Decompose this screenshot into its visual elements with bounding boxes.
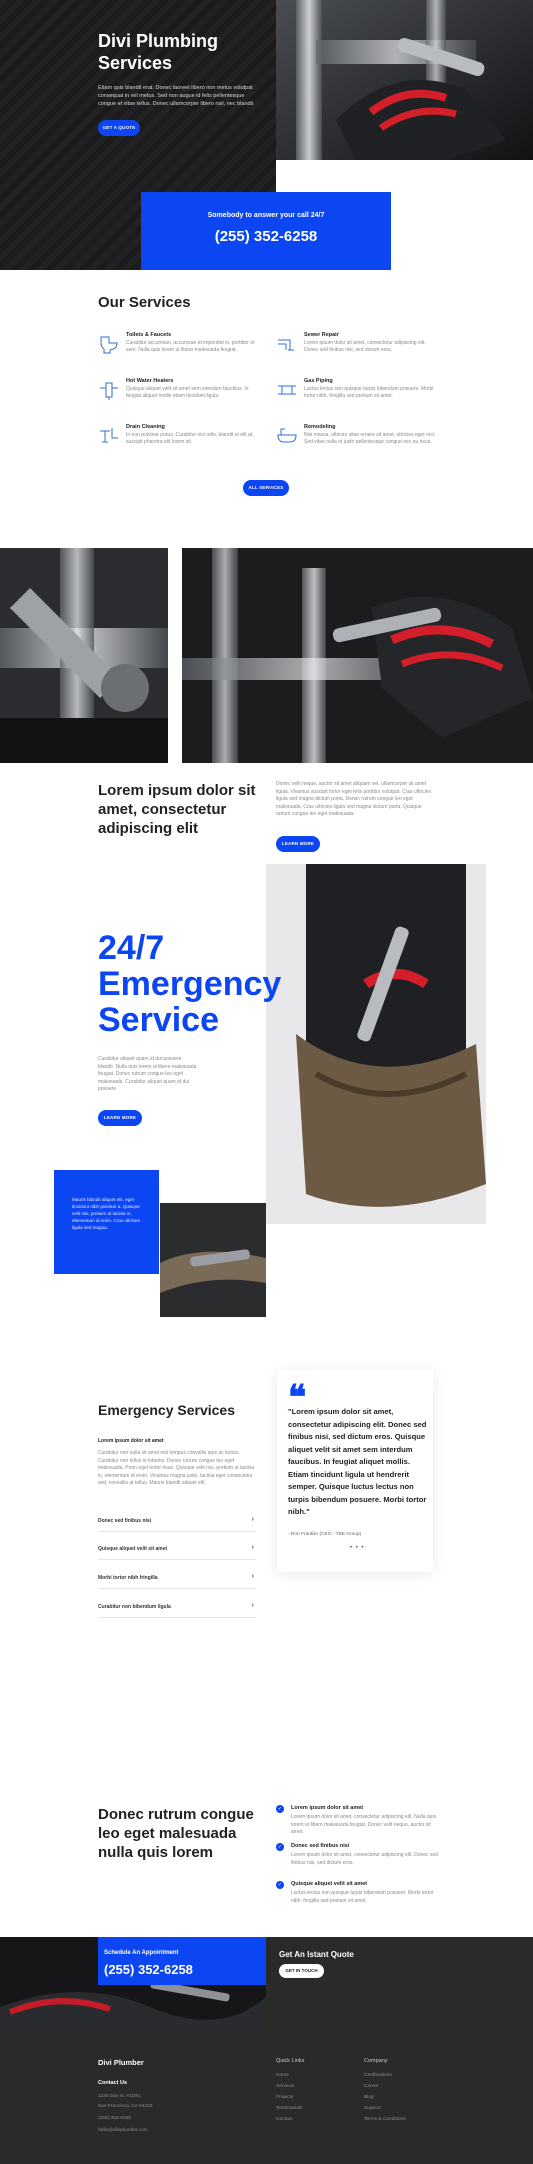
service-item: Remodeling Nisi massa, ultrices vitae or… — [276, 424, 436, 464]
service-item: Hot Water Heaters Quisque aliquet velit … — [98, 378, 258, 418]
schedule-label: Schedule An Appointment — [104, 1950, 179, 1956]
service-name: Toilets & Faucets — [126, 332, 172, 338]
emergency-info-text: Mauris blandit aliquet elit, eget tincid… — [72, 1197, 140, 1230]
get-quote-button[interactable]: GET A QUOTE — [98, 120, 140, 136]
accordion-item[interactable]: Morbi tortor nibh fringilla › — [98, 1567, 256, 1589]
service-name: Gas Piping — [304, 378, 333, 384]
footer-link-services[interactable]: Services — [276, 2084, 294, 2089]
emergency-services-title: Emergency Services — [98, 1402, 235, 1418]
schedule-phone[interactable]: (255) 352-6258 — [104, 1962, 193, 1977]
footer-link-home[interactable]: Home — [276, 2073, 289, 2078]
accordion-label: Quisque aliquet velit sit amet — [98, 1546, 168, 1552]
footer-company-heading: Company — [364, 2058, 388, 2064]
chevron-right-icon: › — [251, 1573, 254, 1580]
pipe-icon — [278, 339, 294, 351]
footer-contact-heading: Contact Us — [98, 2080, 128, 2086]
service-name: Hot Water Heaters — [126, 378, 174, 384]
check-icon: ✓ — [276, 1843, 284, 1851]
footer-link-support[interactable]: Support — [364, 2106, 381, 2111]
service-desc: Curabitur accumsan, accumsan et imperdie… — [126, 340, 255, 353]
drain-icon — [100, 428, 118, 443]
gas-pipe-icon — [278, 385, 296, 395]
quote-heading: Get An Istant Quote — [279, 1950, 354, 1959]
emergency-learn-more-button[interactable]: LEARN MORE — [98, 1110, 142, 1126]
water-heater-icon — [100, 382, 118, 400]
footer-quick-links-heading: Quick Links — [276, 2058, 305, 2064]
photo-pipe-wrench — [0, 548, 168, 763]
service-name: Sewer Repair — [304, 332, 339, 338]
hero-text: Etiam quis blandit erat. Donec laoreet l… — [98, 85, 254, 107]
call-box: Somebody to answer your call 24/7 (255) … — [141, 192, 391, 270]
feature-title: Lorem ipsum dolor sit amet — [291, 1805, 364, 1811]
service-desc: In non pulvinar purus. Curabitur nisi od… — [126, 432, 254, 445]
emergency-services-subtitle: Lorem ipsum dolor sit amet — [98, 1438, 164, 1444]
service-item: Gas Piping Luctus lectus non quisque tur… — [276, 378, 436, 418]
footer-link-blog[interactable]: Blog — [364, 2095, 374, 2100]
accordion-label: Morbi tortor nibh fringilla — [98, 1575, 158, 1581]
service-name: Remodeling — [304, 424, 336, 430]
accordion-label: Donec sed finibus nisi — [98, 1518, 152, 1524]
testimonial-quote: "Lorem ipsum dolor sit amet, consectetur… — [288, 1407, 427, 1516]
photo-hands-pipe — [160, 1203, 266, 1317]
footer-link-certifications[interactable]: Certifications — [364, 2073, 392, 2078]
footer-link-career[interactable]: Career — [364, 2084, 379, 2089]
feature-desc: Luctus lectus non quisque turpis bibendu… — [291, 1890, 434, 1904]
schedule-box — [98, 1937, 266, 1985]
footer-email[interactable]: hello@diviplumber.com — [98, 2128, 148, 2133]
check-icon: ✓ — [276, 1881, 284, 1889]
footer-brand: Divi Plumber — [98, 2058, 144, 2067]
features-heading: Donec rutrum congue leo eget malesuada n… — [98, 1806, 254, 1861]
emergency-heading: 24/7 Emergency Service — [98, 929, 282, 1039]
chevron-right-icon: › — [251, 1602, 254, 1609]
chevron-right-icon: › — [251, 1544, 254, 1551]
call-label: Somebody to answer your call 24/7 — [207, 212, 325, 219]
carousel-dots[interactable]: • • • — [350, 1545, 365, 1551]
feature-desc: Lorem ipsum dolor sit amet, consectetur … — [291, 1852, 439, 1866]
service-desc: Quisque aliquet velit sit amet sem inter… — [126, 386, 249, 399]
services-title: Our Services — [98, 294, 191, 311]
footer-address-line: 1234 Divi St. #1000, — [98, 2094, 142, 2099]
service-name: Drain Cleaning — [126, 424, 165, 430]
all-services-button[interactable]: ALL SERVICES — [243, 480, 289, 496]
footer-phone[interactable]: (255) 352-6258 — [98, 2116, 131, 2121]
intro-text: Donec velit neque, auctor sit amet aliqu… — [276, 781, 431, 817]
chevron-right-icon: › — [251, 1516, 254, 1523]
accordion-item[interactable]: Curabitur non bibendum ligula › — [98, 1596, 256, 1618]
toilet-icon — [100, 336, 118, 354]
learn-more-button[interactable]: LEARN MORE — [276, 836, 320, 852]
accordion-item[interactable]: Quisque aliquet velit sit amet › — [98, 1538, 256, 1560]
service-item: Toilets & Faucets Curabitur accumsan, ac… — [98, 332, 258, 372]
hero-title: Divi Plumbing Services — [98, 31, 219, 73]
footer-link-projects[interactable]: Projects — [276, 2095, 293, 2100]
feature-title: Donec sed finibus nisi — [291, 1843, 350, 1849]
service-desc: Luctus lectus non quisque turpis bibendu… — [304, 386, 434, 399]
accordion-item[interactable]: Donec sed finibus nisi › — [98, 1510, 256, 1532]
get-in-touch-button[interactable]: GET IN TOUCH — [279, 1964, 324, 1978]
photo-tool-belt — [266, 864, 486, 1224]
call-phone[interactable]: (255) 352-6258 — [141, 228, 391, 245]
service-desc: Nisi massa, ultrices vitae ornare sit am… — [304, 432, 436, 445]
feature-title: Quisque aliquet velit sit amet — [291, 1881, 368, 1887]
testimonial-author: - Ron Franklin (CEO - TBE Group) — [288, 1532, 362, 1537]
service-item: Sewer Repair Lorem ipsum dolor sit amet,… — [276, 332, 436, 372]
check-icon: ✓ — [276, 1805, 284, 1813]
accordion-label: Curabitur non bibendum ligula — [98, 1604, 171, 1610]
emergency-services-text: Curabitur non nulla sit amet nisl tempus… — [98, 1450, 255, 1486]
footer-link-terms[interactable]: Terms & Conditions — [364, 2117, 406, 2122]
bathtub-icon — [277, 428, 297, 443]
footer-address-line: San Francisco, CA 94220 — [98, 2104, 153, 2109]
footer-link-contact[interactable]: Contact — [276, 2117, 293, 2122]
service-item: Drain Cleaning In non pulvinar purus. Cu… — [98, 424, 258, 464]
emergency-text: Curabitur aliquet quam id dui posuere bl… — [98, 1056, 197, 1092]
feature-desc: Lorem ipsum dolor sit amet, consectetur … — [291, 1814, 437, 1835]
footer — [0, 2032, 533, 2164]
service-desc: Lorem ipsum dolor sit amet, consectetur … — [304, 340, 426, 353]
photo-plumber-hands — [182, 548, 533, 763]
hero-photo-wrench — [276, 0, 533, 160]
footer-link-testimonials[interactable]: Testimonials — [276, 2106, 302, 2111]
intro-heading: Lorem ipsum dolor sit amet, consectetur … — [98, 782, 256, 837]
